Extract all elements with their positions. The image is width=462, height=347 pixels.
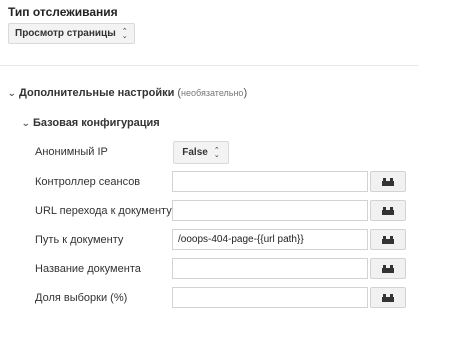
lego-brick-icon — [382, 264, 394, 273]
advanced-settings-label: Дополнительные настройки — [19, 87, 175, 99]
session-control-label: Контроллер сеансов — [35, 176, 141, 188]
lego-brick-icon — [382, 293, 394, 302]
section-divider — [0, 65, 418, 66]
document-path-input[interactable]: /ooops-404-page-{{url path}} — [172, 229, 368, 250]
tracking-type-select-value: Просмотр страницы — [15, 28, 116, 39]
sample-rate-label: Доля выборки (%) — [35, 292, 128, 304]
document-referrer-label: URL перехода к документу — [35, 205, 172, 217]
anonymize-ip-value: False — [182, 147, 208, 158]
document-path-variable-button[interactable] — [370, 229, 406, 250]
document-referrer-input[interactable] — [172, 200, 368, 221]
chevron-down-icon: ⌄ — [21, 117, 31, 128]
advanced-settings-toggle[interactable]: ⌄ Дополнительные настройки (необязательн… — [7, 87, 247, 99]
up-down-arrows-icon: ⌃ ⌄ — [121, 27, 128, 40]
optional-note: (необязательно) — [177, 87, 247, 99]
document-referrer-variable-button[interactable] — [370, 200, 406, 221]
document-path-label: Путь к документу — [35, 234, 124, 246]
base-config-label: Базовая конфигурация — [33, 117, 160, 129]
up-down-arrows-icon: ⌃ ⌄ — [213, 146, 220, 159]
session-control-input[interactable] — [172, 171, 368, 192]
chevron-down-icon: ⌄ — [7, 87, 17, 98]
document-title-input[interactable] — [172, 258, 368, 279]
anonymize-ip-select[interactable]: False ⌃ ⌄ — [173, 141, 229, 164]
document-title-variable-button[interactable] — [370, 258, 406, 279]
lego-brick-icon — [382, 177, 394, 186]
sample-rate-input[interactable] — [172, 287, 368, 308]
optional-close-paren: ) — [243, 87, 248, 99]
anonymize-ip-label: Анонимный IP — [35, 146, 108, 158]
lego-brick-icon — [382, 206, 394, 215]
session-control-variable-button[interactable] — [370, 171, 406, 192]
tracking-type-title: Тип отслеживания — [8, 5, 118, 19]
base-config-toggle[interactable]: ⌄ Базовая конфигурация — [21, 117, 160, 129]
lego-brick-icon — [382, 235, 394, 244]
optional-text: необязательно — [181, 88, 244, 98]
document-title-label: Название документа — [35, 263, 141, 275]
sample-rate-variable-button[interactable] — [370, 287, 406, 308]
tracking-type-select[interactable]: Просмотр страницы ⌃ ⌄ — [8, 23, 135, 44]
